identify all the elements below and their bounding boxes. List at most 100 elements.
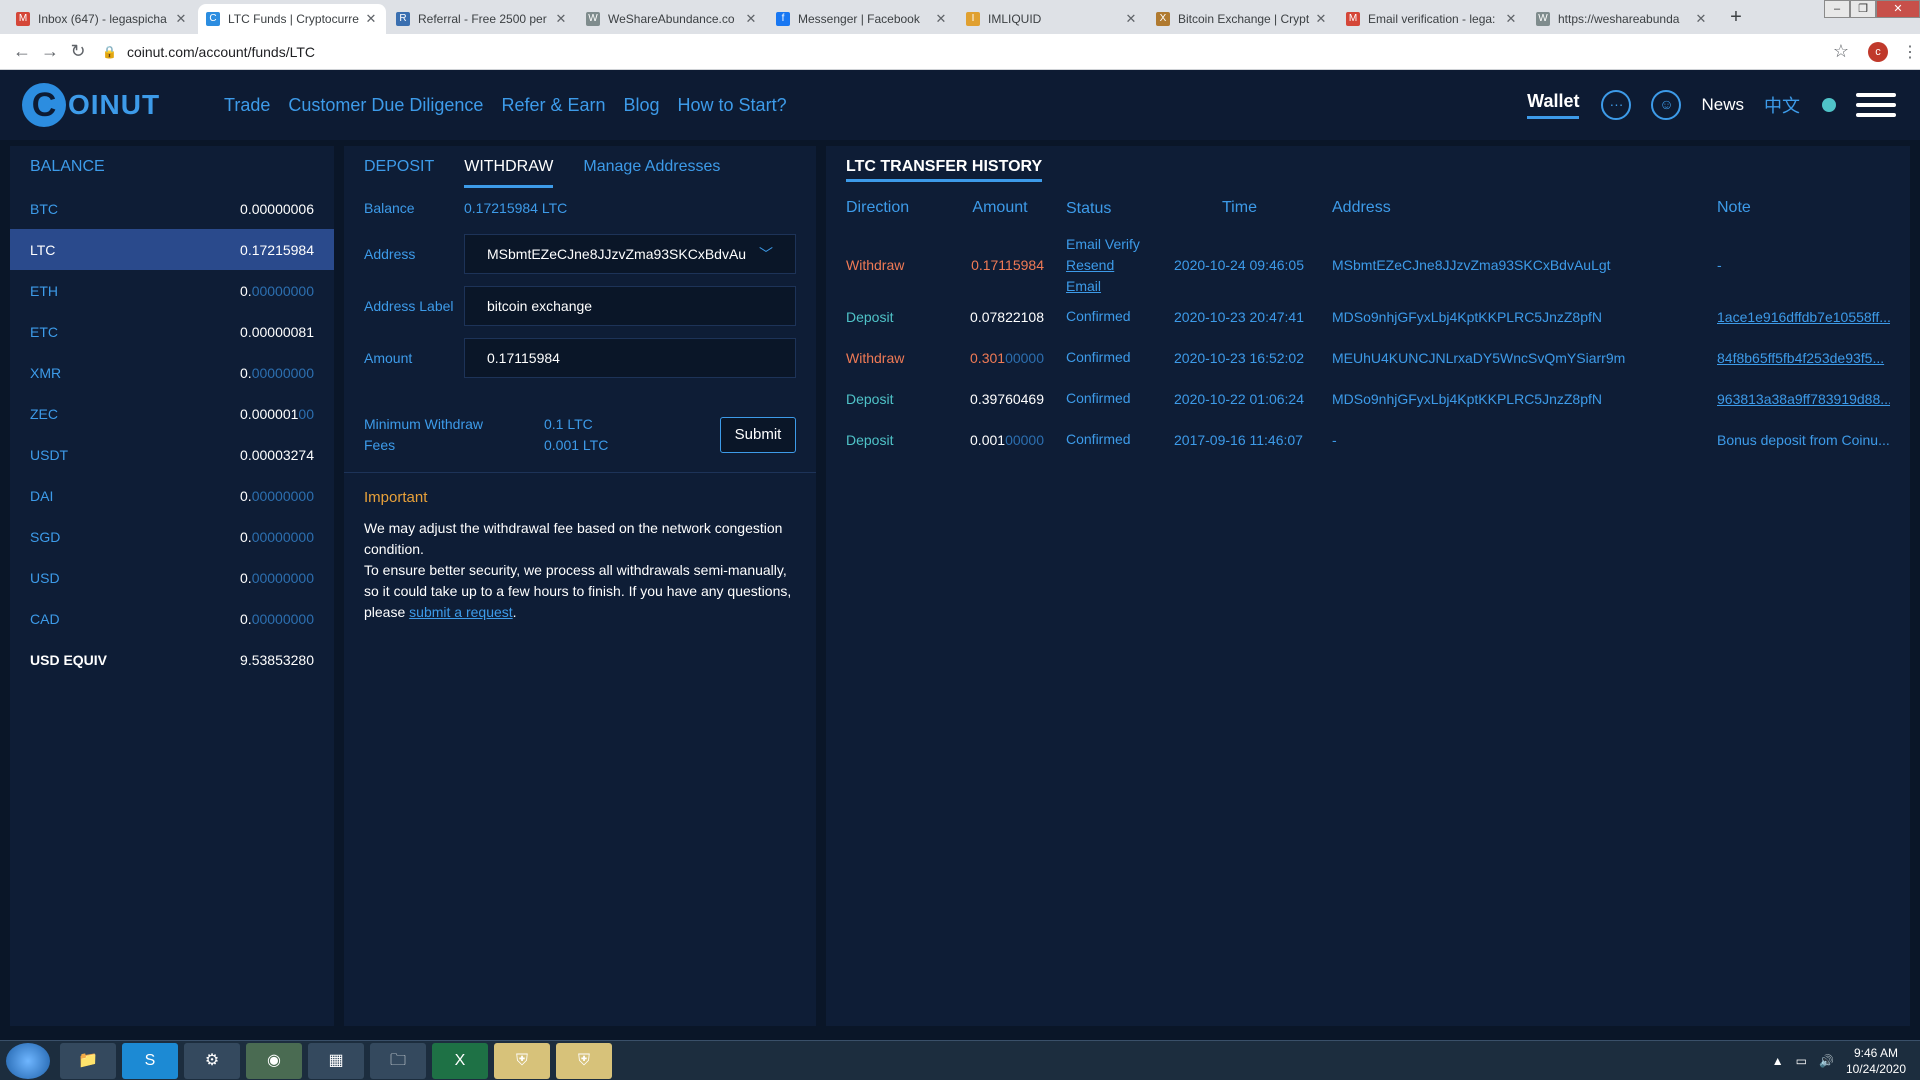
currency-amount: 0.00000000	[240, 528, 314, 545]
important-text-2: To ensure better security, we process al…	[364, 562, 792, 620]
clock[interactable]: 9:46 AM 10/24/2020	[1846, 1045, 1906, 1077]
row-direction: Deposit	[846, 308, 894, 325]
balance-row-cad[interactable]: CAD 0.00000000	[10, 598, 334, 639]
browser-tab-strip: M Inbox (647) - legaspicha ✕ C LTC Funds | …	[0, 0, 1920, 34]
nav-customer-due-diligence[interactable]: Customer Due Diligence	[288, 95, 483, 116]
settings-taskbar-icon[interactable]: ⚙	[184, 1042, 240, 1079]
back-arrow-icon[interactable]: ←	[8, 41, 36, 62]
submit-button[interactable]: Submit	[720, 417, 796, 453]
browser-tab-active[interactable]: C LTC Funds | Cryptocurre ✕	[198, 4, 386, 34]
balance-row-sgd[interactable]: SGD 0.00000000	[10, 516, 334, 557]
close-tab-icon[interactable]: ✕	[1314, 11, 1328, 27]
windows-taskbar: 📁 S ⚙ ◉ ▦ 🗀 X ⛨ ⛨ ▲ ▭ 🔊 9:46 AM 10/24/20…	[0, 1040, 1920, 1080]
close-tab-icon[interactable]: ✕	[1694, 11, 1708, 27]
row-status: Confirmed	[1066, 308, 1131, 324]
balance-row-ltc[interactable]: LTC 0.17215984	[10, 229, 334, 270]
row-address: MDSo9nhjGFyxLbj4KptKKPLRC5JnzZ8pfN	[1332, 390, 1603, 407]
network-icon[interactable]: ▭	[1796, 1054, 1807, 1068]
volume-icon[interactable]: 🔊	[1819, 1054, 1834, 1068]
language-switch[interactable]: 中文	[1764, 92, 1800, 118]
coinut-favicon-icon: C	[206, 12, 220, 26]
browser-tab[interactable]: f Messenger | Facebook ✕	[768, 4, 956, 34]
browser-tab[interactable]: W WeShareAbundance.co ✕	[578, 4, 766, 34]
address-bar[interactable]: 🔒 coinut.com/account/funds/LTC	[102, 38, 1826, 66]
close-tab-icon[interactable]: ✕	[554, 11, 568, 27]
balance-row-dai[interactable]: DAI 0.00000000	[10, 475, 334, 516]
user-account-icon[interactable]: ☺	[1651, 90, 1682, 120]
forward-arrow-icon[interactable]: →	[36, 41, 64, 62]
resend-link[interactable]: Resend	[1066, 255, 1174, 276]
security-shield-taskbar-icon[interactable]: ⛨	[556, 1042, 612, 1079]
coinut-logo[interactable]: C OINUT	[22, 83, 192, 127]
browser-tab[interactable]: R Referral - Free 2500 per ✕	[388, 4, 576, 34]
close-tab-icon[interactable]: ✕	[364, 11, 378, 27]
balance-row-eth[interactable]: ETH 0.00000000	[10, 270, 334, 311]
skype-taskbar-icon[interactable]: S	[122, 1042, 178, 1079]
balance-row-zec[interactable]: ZEC 0.00000100	[10, 393, 334, 434]
address-select[interactable]: MSbmtEZeCJne8JJzvZma93SKCxBdvAuL ﹀	[464, 234, 796, 274]
main-nav: Trade Customer Due Diligence Refer & Ear…	[224, 95, 805, 116]
maximize-icon[interactable]: ❐	[1850, 0, 1876, 18]
calculator-taskbar-icon[interactable]: ▦	[308, 1042, 364, 1079]
window-close-icon[interactable]: ✕	[1876, 0, 1920, 18]
tray-arrow-icon[interactable]: ▲	[1772, 1054, 1784, 1068]
nav-how-to-start[interactable]: How to Start?	[678, 95, 787, 116]
balance-row-usd[interactable]: USD 0.00000000	[10, 557, 334, 598]
minimize-icon[interactable]: –	[1824, 0, 1850, 18]
bookmark-star-icon[interactable]: ☆	[1826, 41, 1856, 62]
amount-input[interactable]: 0.17115984	[464, 338, 796, 378]
tab-deposit[interactable]: DEPOSIT	[364, 158, 434, 188]
currency-label: CAD	[30, 610, 60, 627]
browser-tab[interactable]: M Email verification - lega: ✕	[1338, 4, 1526, 34]
row-note-link[interactable]: 1ace1e916dffdb7e10558ff...	[1717, 309, 1890, 325]
row-note-link[interactable]: 963813a38a9ff783919d88...	[1717, 391, 1890, 407]
browser-tab[interactable]: Whttps://weshareabunda ✕	[1528, 4, 1716, 34]
close-tab-icon[interactable]: ✕	[174, 11, 188, 27]
excel-taskbar-icon[interactable]: X	[432, 1042, 488, 1079]
theme-toggle-icon[interactable]	[1822, 98, 1836, 112]
chrome-menu-icon[interactable]: ⋮	[1900, 42, 1920, 62]
chat-icon[interactable]: ···	[1601, 90, 1632, 120]
balance-row-btc[interactable]: BTC 0.00000006	[10, 188, 334, 229]
nav-refer-earn[interactable]: Refer & Earn	[501, 95, 605, 116]
table-row: Withdraw 0.30100000 Confirmed 2020-10-23…	[826, 337, 1910, 378]
nav-news[interactable]: News	[1701, 95, 1744, 115]
tab-title: Referral - Free 2500 per	[418, 12, 547, 26]
nav-trade[interactable]: Trade	[224, 95, 270, 116]
new-tab-button[interactable]: +	[1722, 4, 1750, 32]
files-taskbar-icon[interactable]: 🗀	[370, 1042, 426, 1079]
balance-title: BALANCE	[30, 158, 105, 175]
nav-wallet[interactable]: Wallet	[1527, 91, 1580, 119]
security-shield-taskbar-icon[interactable]: ⛨	[494, 1042, 550, 1079]
explorer-taskbar-icon[interactable]: 📁	[60, 1042, 116, 1079]
hamburger-menu-icon[interactable]	[1856, 87, 1896, 123]
start-button[interactable]	[6, 1042, 50, 1079]
currency-label: ETH	[30, 282, 58, 299]
reload-icon[interactable]: ↻	[64, 41, 92, 62]
close-tab-icon[interactable]: ✕	[1124, 11, 1138, 27]
row-time: 2020-10-24 09:46:05	[1174, 257, 1304, 273]
resend-email-link[interactable]: Email	[1066, 276, 1174, 297]
address-label-input[interactable]: bitcoin exchange	[464, 286, 796, 326]
balance-row-etc[interactable]: ETC 0.00000081	[10, 311, 334, 352]
tab-manage-addresses[interactable]: Manage Addresses	[583, 158, 720, 188]
balance-row-xmr[interactable]: XMR 0.00000000	[10, 352, 334, 393]
tab-withdraw[interactable]: WITHDRAW	[464, 158, 554, 188]
row-note-link[interactable]: 84f8b65ff5fb4f253de93f5...	[1717, 350, 1890, 366]
browser-tab[interactable]: I IMLIQUID ✕	[958, 4, 1146, 34]
row-time: 2017-09-16 11:46:07	[1174, 431, 1303, 448]
balance-row-usdt[interactable]: USDT 0.00003274	[10, 434, 334, 475]
submit-request-link[interactable]: submit a request	[409, 604, 513, 620]
nav-blog[interactable]: Blog	[624, 95, 660, 116]
chrome-taskbar-icon[interactable]: ◉	[246, 1042, 302, 1079]
lock-icon[interactable]: 🔒	[102, 45, 117, 59]
address-label-label: Address Label	[364, 298, 454, 314]
close-tab-icon[interactable]: ✕	[934, 11, 948, 27]
history-title: LTC TRANSFER HISTORY	[826, 146, 1910, 188]
close-tab-icon[interactable]: ✕	[1504, 11, 1518, 27]
browser-tab[interactable]: M Inbox (647) - legaspicha ✕	[8, 4, 196, 34]
browser-tab[interactable]: X Bitcoin Exchange | Crypt ✕	[1148, 4, 1336, 34]
profile-avatar[interactable]: c	[1868, 41, 1888, 62]
close-tab-icon[interactable]: ✕	[744, 11, 758, 27]
address-select-value: MSbmtEZeCJne8JJzvZma93SKCxBdvAuL	[487, 246, 747, 262]
